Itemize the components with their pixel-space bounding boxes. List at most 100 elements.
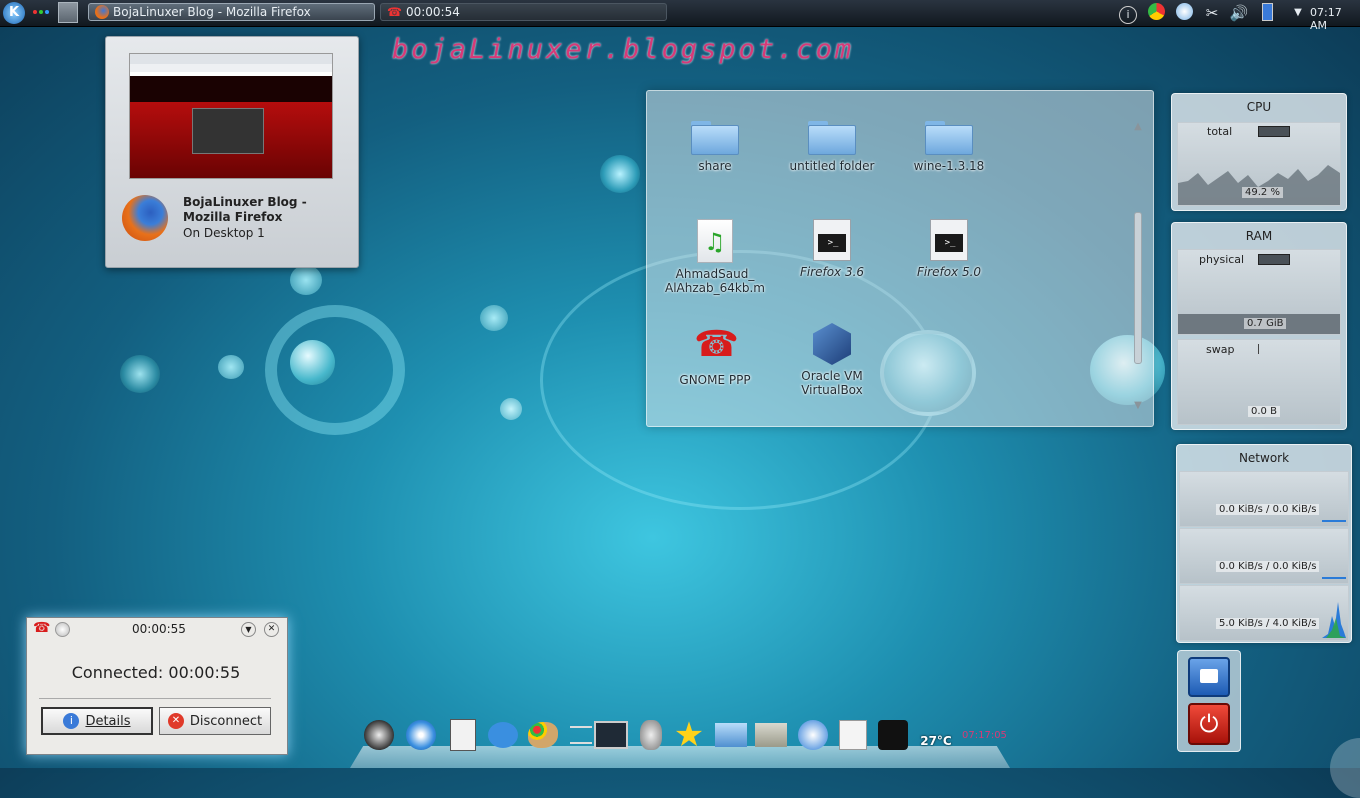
kde-menu-icon[interactable]: K	[3, 2, 25, 24]
graph-label: swap	[1206, 343, 1235, 356]
folder-icon	[691, 121, 739, 155]
cpu-value: 49.2 %	[1242, 187, 1283, 198]
weather-temp: 27°C	[920, 734, 952, 748]
desktop-toolbox-icon[interactable]	[1330, 738, 1360, 798]
terminal-launcher-icon: >_	[930, 219, 968, 261]
close-button[interactable]: ✕	[264, 622, 279, 637]
media-player-icon[interactable]	[1174, 3, 1194, 23]
phone-icon: ☎	[387, 5, 402, 19]
details-button[interactable]: i Details	[41, 707, 153, 735]
network-rate: 0.0 KiB/s / 0.0 KiB/s	[1216, 504, 1320, 515]
chat-bubble-icon[interactable]	[486, 718, 520, 752]
logout-button[interactable]: ⏻	[1188, 703, 1230, 745]
bg-orb	[500, 398, 522, 420]
app-launcher-icon[interactable]	[876, 718, 910, 752]
cpu-graph: total 49.2 %	[1177, 122, 1341, 206]
bg-orb	[480, 305, 508, 331]
widget-title: RAM	[1245, 229, 1273, 243]
physical-meter	[1258, 254, 1290, 265]
minimize-button[interactable]	[55, 622, 70, 637]
swap-memory-graph: swap 0.0 B	[1177, 339, 1341, 425]
dock-separator-icon	[564, 718, 598, 752]
task-label: BojaLinuxer Blog - Mozilla Firefox	[113, 5, 311, 19]
bg-orb	[218, 355, 244, 379]
desktop-item-firefox-50[interactable]: >_ Firefox 5.0	[894, 219, 1004, 279]
window-list-icon[interactable]	[594, 718, 628, 752]
downloads-folder-icon[interactable]	[754, 718, 788, 752]
firefox-icon	[122, 195, 168, 241]
top-panel: K BojaLinuxer Blog - Mozilla Firefox ☎ 0…	[0, 0, 1360, 32]
activity-dots-icon[interactable]	[33, 10, 49, 16]
item-label: share	[698, 159, 732, 173]
item-label: Firefox 5.0	[916, 265, 982, 279]
item-label: Firefox 3.6	[799, 265, 865, 279]
scrollbar-handle[interactable]	[1134, 212, 1142, 364]
paint-palette-icon[interactable]	[526, 718, 560, 752]
device-notifier-icon[interactable]	[1257, 3, 1277, 23]
info-icon[interactable]: i	[1118, 3, 1138, 24]
home-folder-icon[interactable]	[714, 718, 748, 752]
button-label: Disconnect	[189, 713, 263, 729]
graph-label: physical	[1199, 253, 1245, 266]
mail-stamp-icon[interactable]	[634, 718, 668, 752]
bg-orb	[265, 305, 405, 435]
bg-orb	[290, 340, 335, 385]
network-rate: 5.0 KiB/s / 4.0 KiB/s	[1216, 618, 1320, 629]
dialog-titlebar: ☎ 00:00:55 ▼ ✕	[27, 618, 285, 640]
bg-orb	[290, 265, 322, 295]
network-rate: 0.0 KiB/s / 0.0 KiB/s	[1216, 561, 1320, 572]
favorites-star-icon[interactable]: ★	[672, 715, 706, 755]
widget-title: Network	[1238, 451, 1290, 465]
window-thumbnail[interactable]	[129, 53, 333, 179]
desktop-item-audio-file[interactable]: ♫ AhmadSaud_ AlAhzab_64kb.m	[660, 219, 770, 295]
bg-orb	[600, 155, 640, 193]
scroll-down-icon[interactable]: ▼	[1133, 400, 1143, 411]
device-icon[interactable]	[836, 718, 870, 752]
red-phone-icon: ☎	[694, 324, 739, 365]
scissors-icon[interactable]: ✂	[1202, 3, 1222, 23]
preview-title: BojaLinuxer Blog - Mozilla Firefox	[183, 195, 307, 224]
item-label: AhmadSaud_ AlAhzab_64kb.m	[665, 267, 765, 295]
info-icon: i	[63, 713, 80, 729]
calculator-icon[interactable]	[446, 718, 480, 752]
pager-icon[interactable]	[58, 2, 78, 23]
chrome-icon[interactable]	[1146, 3, 1166, 23]
desktop-item-virtualbox[interactable]: Oracle VM VirtualBox	[777, 323, 887, 397]
firefox-icon	[95, 5, 109, 19]
disconnect-button[interactable]: ✕ Disconnect	[159, 707, 271, 735]
desktop-item-firefox-36[interactable]: >_ Firefox 3.6	[777, 219, 887, 279]
desktop-item-wine[interactable]: wine-1.3.18	[894, 121, 1004, 173]
desktop-item-share[interactable]: share	[660, 121, 770, 173]
lock-screen-button[interactable]	[1188, 657, 1230, 697]
lock-logout-widget: ⏻	[1177, 650, 1241, 752]
item-label: wine-1.3.18	[913, 159, 985, 173]
desktop-item-untitled-folder[interactable]: untitled folder	[777, 121, 887, 173]
folder-view-scrollbar[interactable]: ▲ ▼	[1133, 121, 1143, 411]
network-graph: 0.0 KiB/s / 0.0 KiB/s	[1179, 471, 1349, 527]
ram-monitor-widget: RAM physical 0.7 GiB swap 0.0 B	[1171, 222, 1347, 430]
volume-icon[interactable]: 🔊	[1229, 3, 1249, 23]
physical-value: 0.7 GiB	[1244, 318, 1287, 329]
folder-icon	[808, 121, 856, 155]
music-player-icon[interactable]	[796, 718, 830, 752]
panel-clock[interactable]: 07:17 AM	[1310, 6, 1360, 32]
button-label: Details	[85, 713, 131, 729]
bg-orb	[120, 355, 160, 393]
safari-compass-icon[interactable]	[404, 718, 438, 752]
cancel-icon: ✕	[167, 713, 184, 729]
scroll-up-icon[interactable]: ▲	[1133, 121, 1143, 132]
power-icon: ⏻	[1199, 710, 1219, 738]
weather-icon[interactable]: 27°C	[916, 718, 956, 752]
task-firefox[interactable]: BojaLinuxer Blog - Mozilla Firefox	[88, 3, 375, 21]
dock-clock[interactable]: 07:17:05	[962, 730, 1007, 741]
network-graph: 5.0 KiB/s / 4.0 KiB/s	[1179, 585, 1349, 641]
lock-icon	[1200, 669, 1218, 683]
tray-expand-icon[interactable]: ▼	[1288, 3, 1308, 23]
cpu-monitor-widget: CPU total 49.2 %	[1171, 93, 1347, 211]
shade-button[interactable]: ▼	[241, 622, 256, 637]
folder-icon	[925, 121, 973, 155]
desktop-item-gnome-ppp[interactable]: ☎ GNOME PPP	[660, 324, 770, 388]
task-ppp[interactable]: ☎ 00:00:54	[380, 3, 667, 21]
time-machine-icon[interactable]	[362, 718, 396, 752]
phone-icon: ☎	[33, 620, 51, 636]
